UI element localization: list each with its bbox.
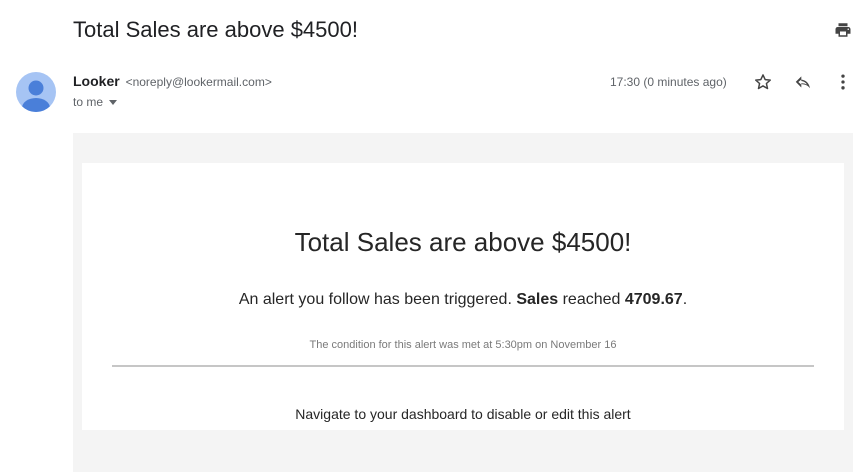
alert-message: An alert you follow has been triggered. …	[82, 289, 844, 311]
email-timestamp: 17:30 (0 minutes ago)	[610, 75, 727, 89]
alert-title: Total Sales are above $4500!	[294, 227, 632, 257]
reply-icon	[795, 76, 811, 89]
email-body-container: Total Sales are above $4500! An alert yo…	[73, 133, 853, 472]
star-icon	[755, 74, 771, 90]
email-subject: Total Sales are above $4500!	[73, 17, 358, 42]
reply-button[interactable]	[791, 70, 815, 94]
alert-condition-text: The condition for this alert was met at …	[309, 339, 617, 351]
alert-metric-value: 4709.67	[624, 291, 683, 308]
recipient-line[interactable]: to me	[73, 94, 118, 110]
print-icon	[835, 23, 851, 37]
star-button[interactable]	[751, 70, 775, 94]
dashboard-link[interactable]: Navigate to your dashboard to disable or…	[82, 405, 844, 423]
alert-message-middle: reached	[558, 291, 625, 308]
sender-email: <noreply@lookermail.com>	[125, 75, 272, 89]
more-options-button[interactable]	[831, 70, 855, 94]
alert-message-prefix: An alert you follow has been triggered.	[238, 291, 517, 308]
alert-metric-name: Sales	[516, 291, 559, 308]
sender-avatar[interactable]	[16, 72, 56, 112]
sender-line: Looker <noreply@lookermail.com>	[73, 72, 272, 91]
more-vert-icon	[841, 74, 845, 90]
sender-name[interactable]: Looker	[73, 73, 120, 89]
alert-message-suffix: .	[682, 291, 688, 308]
divider	[112, 365, 814, 367]
caret-down-icon[interactable]	[109, 100, 118, 105]
recipient-label: to me	[73, 95, 104, 109]
alert-card: Total Sales are above $4500! An alert yo…	[82, 163, 844, 430]
person-avatar-icon	[22, 80, 50, 112]
print-button[interactable]	[831, 18, 855, 42]
